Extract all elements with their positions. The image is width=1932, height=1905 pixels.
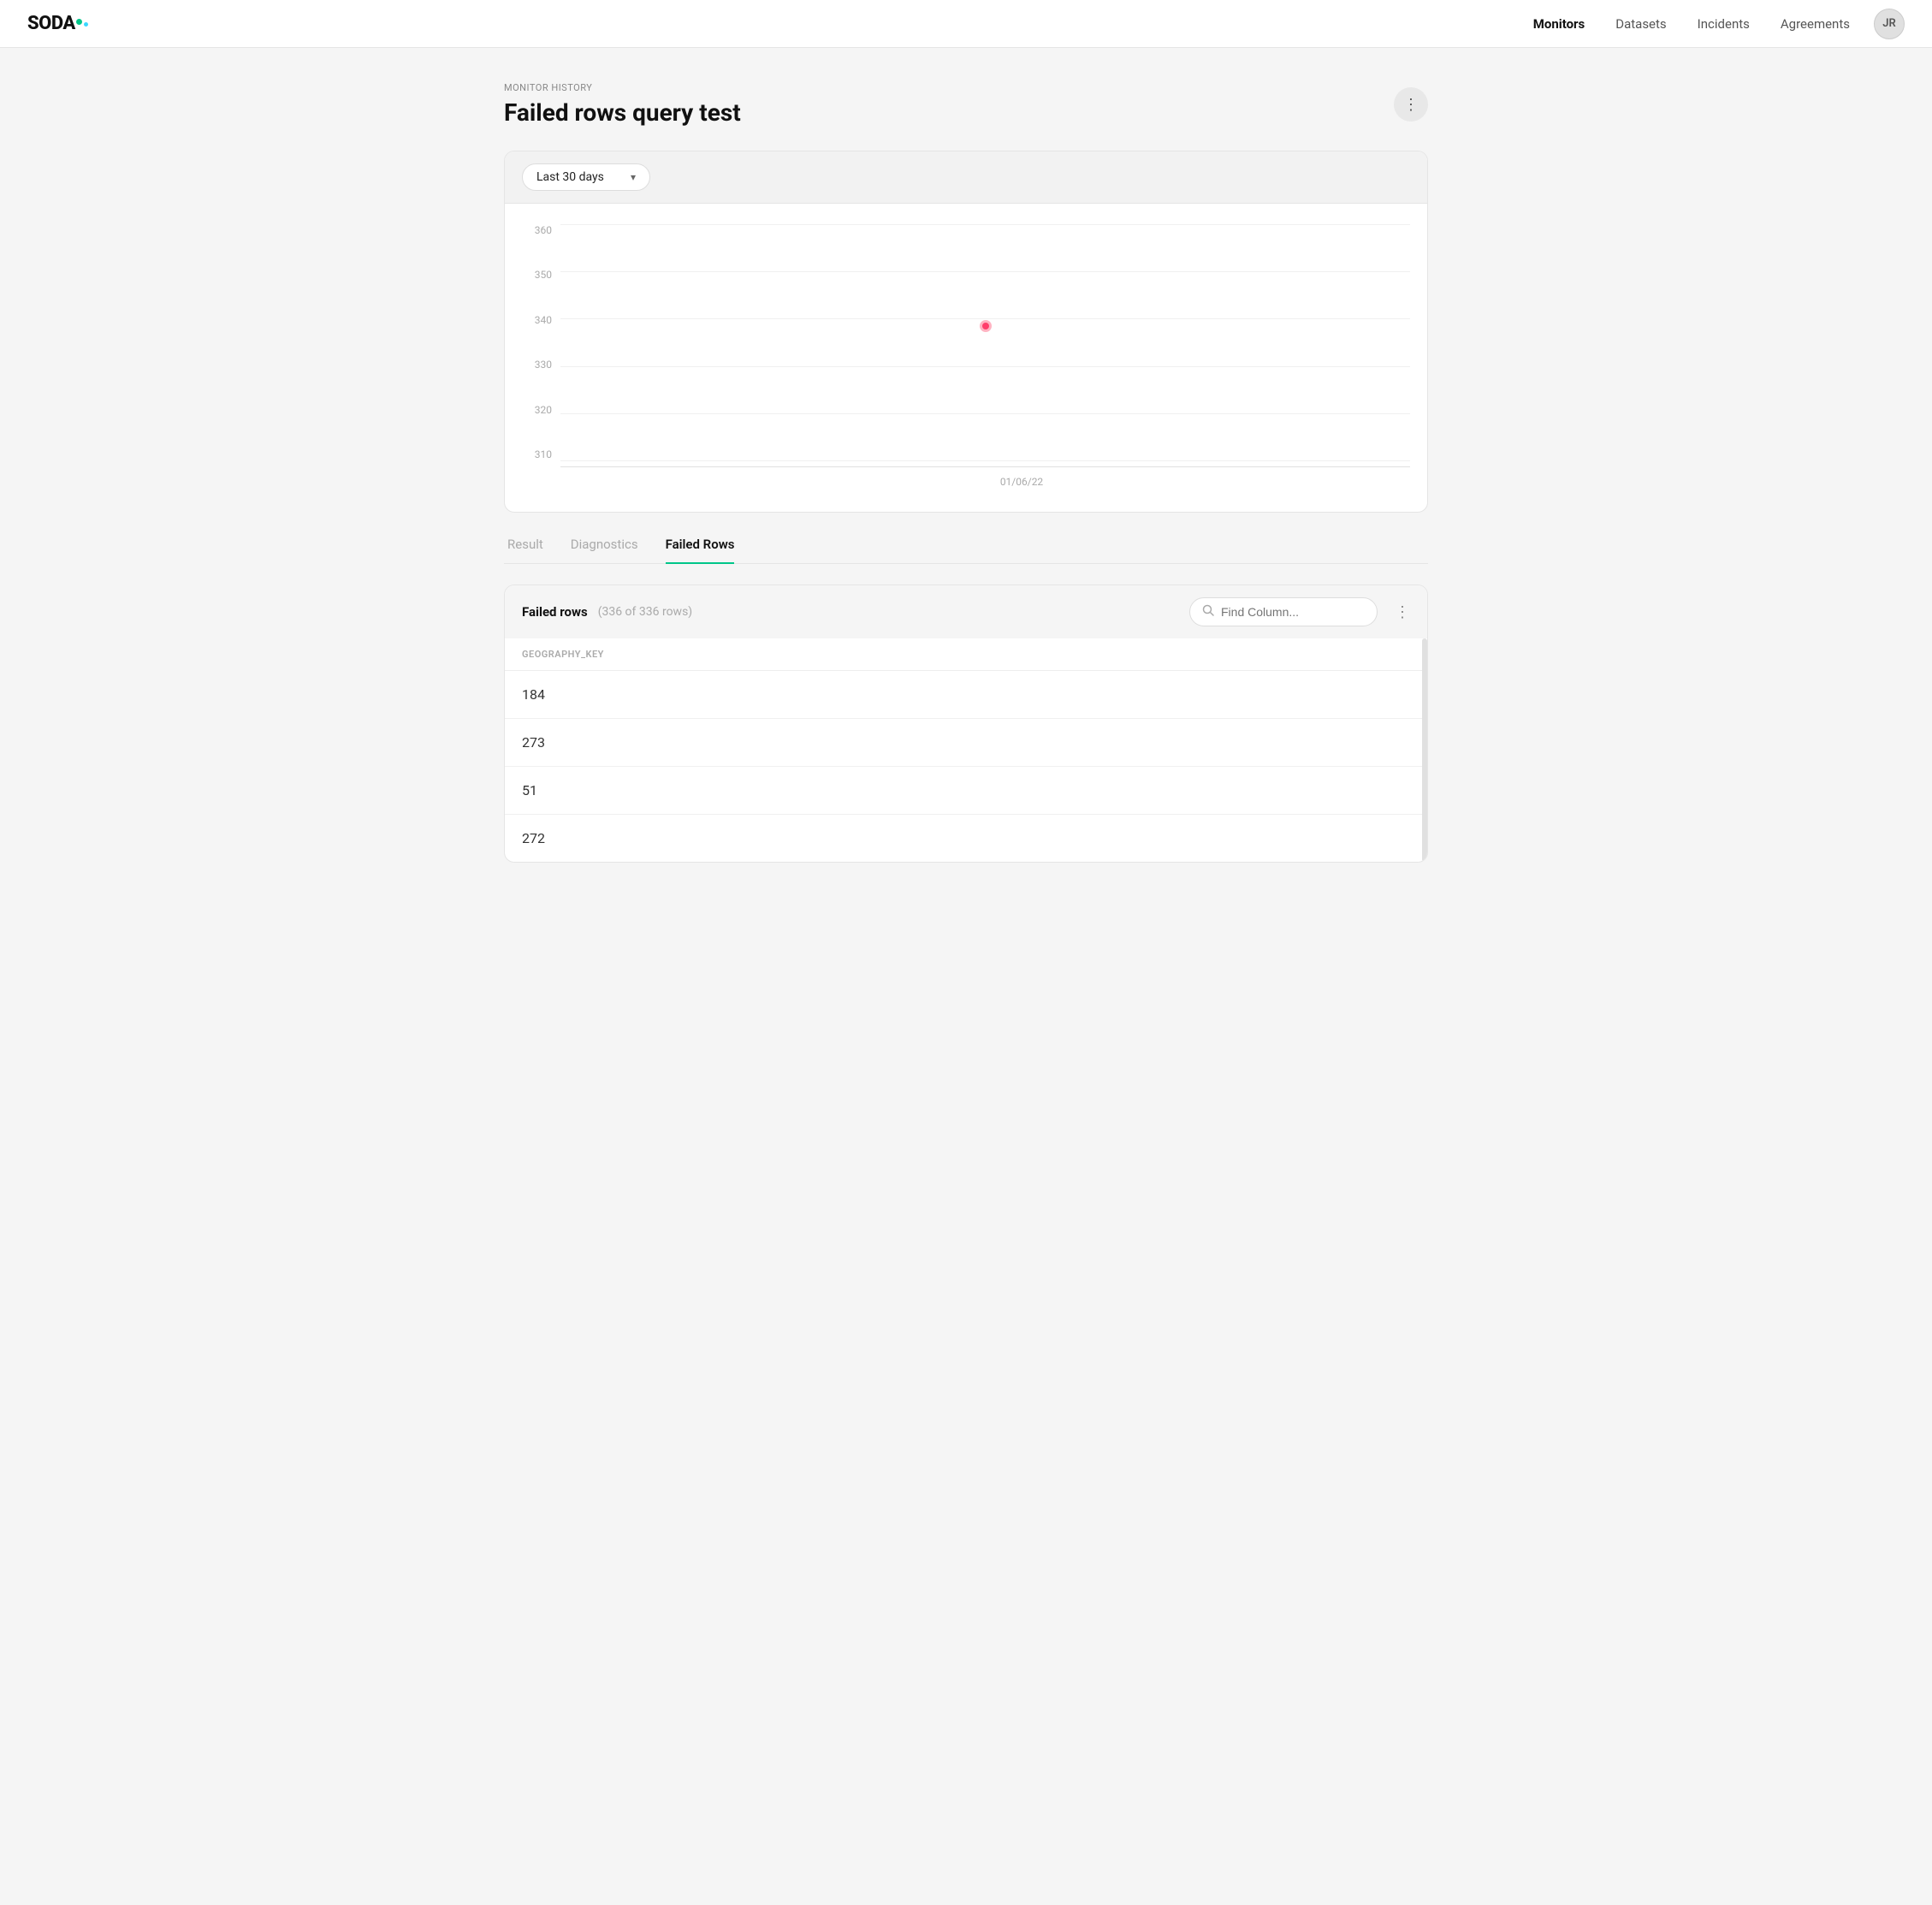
nav-agreements[interactable]: Agreements [1781,16,1850,32]
y-label-350: 350 [522,269,552,281]
failed-rows-table-card: Failed rows (336 of 336 rows) ⋮ GEOGRAPH… [504,585,1428,863]
row-value-51: 51 [505,767,1427,815]
nav-links: Monitors Datasets Incidents Agreements [1533,16,1850,32]
table-row: 51 [505,767,1427,815]
table-row: 272 [505,815,1427,863]
grid-line-5 [560,413,1410,414]
header-more-button[interactable]: ⋮ [1394,87,1428,122]
logo-dot-blue [84,22,88,27]
tab-diagnostics[interactable]: Diagnostics [571,537,638,564]
y-label-330: 330 [522,359,552,371]
grid-line-1 [560,224,1410,225]
y-label-340: 340 [522,314,552,326]
row-value-272: 272 [505,815,1427,863]
date-filter-label: Last 30 days [536,170,604,184]
logo: SODA [27,13,88,34]
page-header: Monitor History Failed rows query test ⋮ [504,82,1428,127]
row-value-184: 184 [505,671,1427,719]
avatar[interactable]: JR [1874,9,1905,39]
chart-area: 360 350 340 330 320 310 [505,204,1427,512]
nav-datasets[interactable]: Datasets [1615,16,1666,32]
table-header: Failed rows (336 of 336 rows) ⋮ [505,585,1427,638]
chart-toolbar: Last 30 days ▾ [505,151,1427,204]
page-content: Monitor History Failed rows query test ⋮… [487,48,1445,897]
chevron-down-icon: ▾ [631,171,636,183]
row-value-273: 273 [505,719,1427,767]
title-block: Monitor History Failed rows query test [504,82,741,127]
chart-plot [560,224,1410,460]
breadcrumb: Monitor History [504,82,741,93]
chart-data-point [980,320,992,332]
row-count: (336 of 336 rows) [598,605,692,619]
table-search[interactable] [1189,597,1378,626]
nav-monitors[interactable]: Monitors [1533,16,1585,32]
date-filter-select[interactable]: Last 30 days ▾ [522,163,650,191]
table-more-button[interactable]: ⋮ [1395,603,1410,621]
y-label-320: 320 [522,404,552,416]
column-search-input[interactable] [1221,605,1365,619]
page-title: Failed rows query test [504,98,741,127]
navbar: SODA Monitors Datasets Incidents Agreeme… [0,0,1932,48]
chart-x-label: 01/06/22 [1000,476,1043,488]
search-icon [1202,604,1214,620]
scrollbar[interactable] [1422,638,1427,862]
grid-line-6 [560,460,1410,461]
tab-failed-rows[interactable]: Failed Rows [666,537,735,564]
tabs: Result Diagnostics Failed Rows [504,537,1428,564]
logo-text: SODA [27,13,75,34]
table-scroll-area: GEOGRAPHY_KEY 184 273 51 272 [505,638,1427,862]
logo-dot-green [76,19,82,25]
table-row: 273 [505,719,1427,767]
grid-line-2 [560,271,1410,272]
column-header-geography-key: GEOGRAPHY_KEY [505,638,1427,671]
chart-y-labels: 360 350 340 330 320 310 [522,224,552,460]
y-label-360: 360 [522,224,552,236]
tab-result[interactable]: Result [507,537,543,564]
chart-x-axis [560,466,1410,467]
table-row: 184 [505,671,1427,719]
y-label-310: 310 [522,448,552,460]
nav-incidents[interactable]: Incidents [1698,16,1750,32]
chart-grid [560,224,1410,460]
grid-line-4 [560,366,1410,367]
chart-card: Last 30 days ▾ 360 350 340 330 320 310 [504,151,1428,513]
table-title: Failed rows [522,604,588,620]
data-table: GEOGRAPHY_KEY 184 273 51 272 [505,638,1427,862]
